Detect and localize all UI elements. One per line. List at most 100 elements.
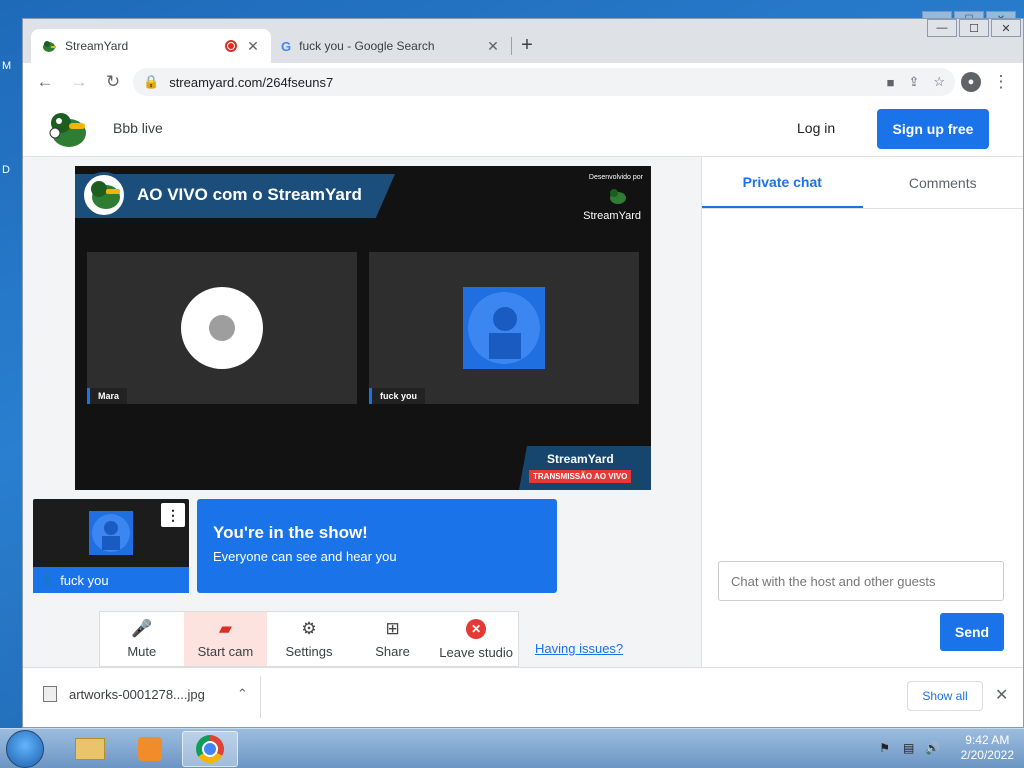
system-tray: ⚑ ▤ 🔊 9:42 AM 2/20/2022 xyxy=(877,733,1014,763)
download-filename: artworks-0001278....jpg xyxy=(69,686,205,702)
signup-button[interactable]: Sign up free xyxy=(877,109,989,149)
downloads-bar: artworks-0001278....jpg ⌃ Show all ✕ xyxy=(23,667,1023,727)
image-file-icon xyxy=(43,686,57,702)
participant-name: Mara xyxy=(87,388,128,404)
taskbar-media-player[interactable] xyxy=(122,731,178,767)
start-button[interactable] xyxy=(6,730,44,768)
volume-icon[interactable]: 🔊 xyxy=(925,740,941,756)
browser-toolbar: ← → ↻ 🔒 streamyard.com/264fseuns7 ■ ⇪ ☆ … xyxy=(23,63,1023,101)
recording-icon xyxy=(225,40,237,52)
media-player-icon xyxy=(138,737,162,761)
camera-icon[interactable]: ■ xyxy=(887,75,895,90)
tab-title: fuck you - Google Search xyxy=(299,39,435,53)
minimize-button[interactable]: — xyxy=(927,19,957,37)
taskbar-chrome[interactable] xyxy=(182,731,238,767)
menu-kebab-icon[interactable]: ⋮ xyxy=(987,68,1015,96)
overlay-title: StreamYard xyxy=(547,452,614,466)
participant-tile: Mara xyxy=(87,252,357,404)
share-button[interactable]: ⊞ Share xyxy=(351,612,435,666)
self-name-bar: 👤 fuck you xyxy=(33,567,189,593)
developed-by: Desenvolvido por xyxy=(588,174,643,181)
download-item[interactable]: artworks-0001278....jpg ⌃ xyxy=(43,686,248,702)
chrome-icon xyxy=(196,735,224,763)
address-bar[interactable]: 🔒 streamyard.com/264fseuns7 ■ ⇪ ☆ xyxy=(133,68,955,96)
leave-icon: ✕ xyxy=(466,618,487,639)
control-label: Share xyxy=(375,643,410,659)
back-button[interactable]: ← xyxy=(31,68,59,96)
duck-icon xyxy=(91,181,120,209)
taskbar: ⚑ ▤ 🔊 9:42 AM 2/20/2022 xyxy=(0,728,1024,768)
lock-icon[interactable]: 🔒 xyxy=(143,74,159,90)
streamyard-page: Bbb live Log in Sign up free AO VIVO com… xyxy=(23,101,1023,667)
bookmark-star-icon[interactable]: ☆ xyxy=(933,74,945,90)
overlay-subtitle: TRANSMISSÃO AO VIVO xyxy=(529,470,632,483)
control-label: Leave studio xyxy=(439,644,514,660)
camera-off-icon: ▰ xyxy=(218,618,232,638)
tab-google-search[interactable]: G fuck you - Google Search ✕ xyxy=(271,29,511,63)
profile-avatar[interactable]: ● xyxy=(961,72,981,92)
more-options-icon[interactable]: ⋮ xyxy=(161,503,185,527)
control-label: Mute xyxy=(127,643,157,659)
page-header: Bbb live Log in Sign up free xyxy=(23,101,1023,157)
clock-time: 9:42 AM xyxy=(965,733,1010,747)
participant-avatar xyxy=(181,287,263,369)
stream-name: Bbb live xyxy=(113,120,163,136)
chevron-up-icon[interactable]: ⌃ xyxy=(237,686,248,702)
tab-comments[interactable]: Comments xyxy=(863,157,1024,208)
brand-overlay: StreamYard TRANSMISSÃO AO VIVO xyxy=(519,446,651,490)
close-icon[interactable]: ✕ xyxy=(995,685,1008,705)
in-show-banner: You're in the show! Everyone can see and… xyxy=(197,499,557,593)
person-icon: 👤 xyxy=(39,572,56,587)
desktop-icon-label: D xyxy=(2,164,10,176)
start-cam-button[interactable]: ▰ Start cam xyxy=(183,612,268,666)
reload-button[interactable]: ↻ xyxy=(99,68,127,96)
leave-studio-button[interactable]: ✕ Leave studio xyxy=(434,612,518,666)
participant-name: fuck you xyxy=(369,388,426,404)
close-window-button[interactable]: ✕ xyxy=(991,19,1021,37)
screen-share-icon: ⊞ xyxy=(385,618,400,638)
gear-icon: ⚙ xyxy=(301,618,317,638)
streamyard-favicon-icon xyxy=(43,41,56,52)
broadcast-stage: AO VIVO com o StreamYard Desenvolvido po… xyxy=(75,166,651,490)
chat-tabs: Private chat Comments xyxy=(702,157,1023,209)
having-issues-link[interactable]: Having issues? xyxy=(535,641,623,656)
taskbar-explorer[interactable] xyxy=(62,731,118,767)
self-name: fuck you xyxy=(60,572,109,588)
desktop-icon-label: M xyxy=(2,60,12,72)
tab-streamyard[interactable]: StreamYard ✕ xyxy=(31,29,271,63)
studio-controls: 🎤 Mute ▰ Start cam ⚙ Settings ⊞ Share ✕ … xyxy=(99,611,519,667)
self-image xyxy=(89,511,133,555)
developer-brand: StreamYard xyxy=(583,210,641,222)
participant-tile: fuck you xyxy=(369,252,639,404)
new-tab-button[interactable]: + xyxy=(512,29,542,63)
person-icon xyxy=(209,315,235,341)
participant-image xyxy=(463,287,545,369)
send-button[interactable]: Send xyxy=(940,613,1004,651)
tab-close-icon[interactable]: ✕ xyxy=(245,38,261,55)
control-label: Settings xyxy=(285,643,333,659)
tab-strip: StreamYard ✕ G fuck you - Google Search … xyxy=(31,29,542,63)
in-show-title: You're in the show! xyxy=(213,523,368,542)
tab-close-icon[interactable]: ✕ xyxy=(485,38,501,55)
chat-input[interactable]: Chat with the host and other guests xyxy=(718,561,1004,601)
url-text: streamyard.com/264fseuns7 xyxy=(169,74,334,90)
google-favicon-icon: G xyxy=(281,38,292,54)
login-link[interactable]: Log in xyxy=(797,120,835,136)
tab-private-chat[interactable]: Private chat xyxy=(702,157,863,208)
duck-icon xyxy=(610,189,626,204)
show-all-button[interactable]: Show all xyxy=(907,681,983,711)
maximize-button[interactable]: ☐ xyxy=(959,19,989,37)
window-controls: — ☐ ✕ xyxy=(927,19,1021,37)
clock[interactable]: 9:42 AM 2/20/2022 xyxy=(961,733,1014,763)
mute-button[interactable]: 🎤 Mute xyxy=(100,612,184,666)
browser-window: — ☐ ✕ StreamYard ✕ G fuck you - Google S… xyxy=(22,18,1024,728)
streamyard-logo[interactable] xyxy=(45,109,89,149)
network-icon[interactable]: ▤ xyxy=(901,740,917,756)
settings-button[interactable]: ⚙ Settings xyxy=(267,612,351,666)
banner-title: AO VIVO com o StreamYard xyxy=(137,185,362,204)
folder-icon xyxy=(75,738,105,760)
forward-button[interactable]: → xyxy=(65,68,93,96)
share-icon[interactable]: ⇪ xyxy=(908,74,919,90)
chat-panel: Private chat Comments Chat with the host… xyxy=(701,157,1023,667)
action-center-flag-icon[interactable]: ⚑ xyxy=(877,740,893,756)
